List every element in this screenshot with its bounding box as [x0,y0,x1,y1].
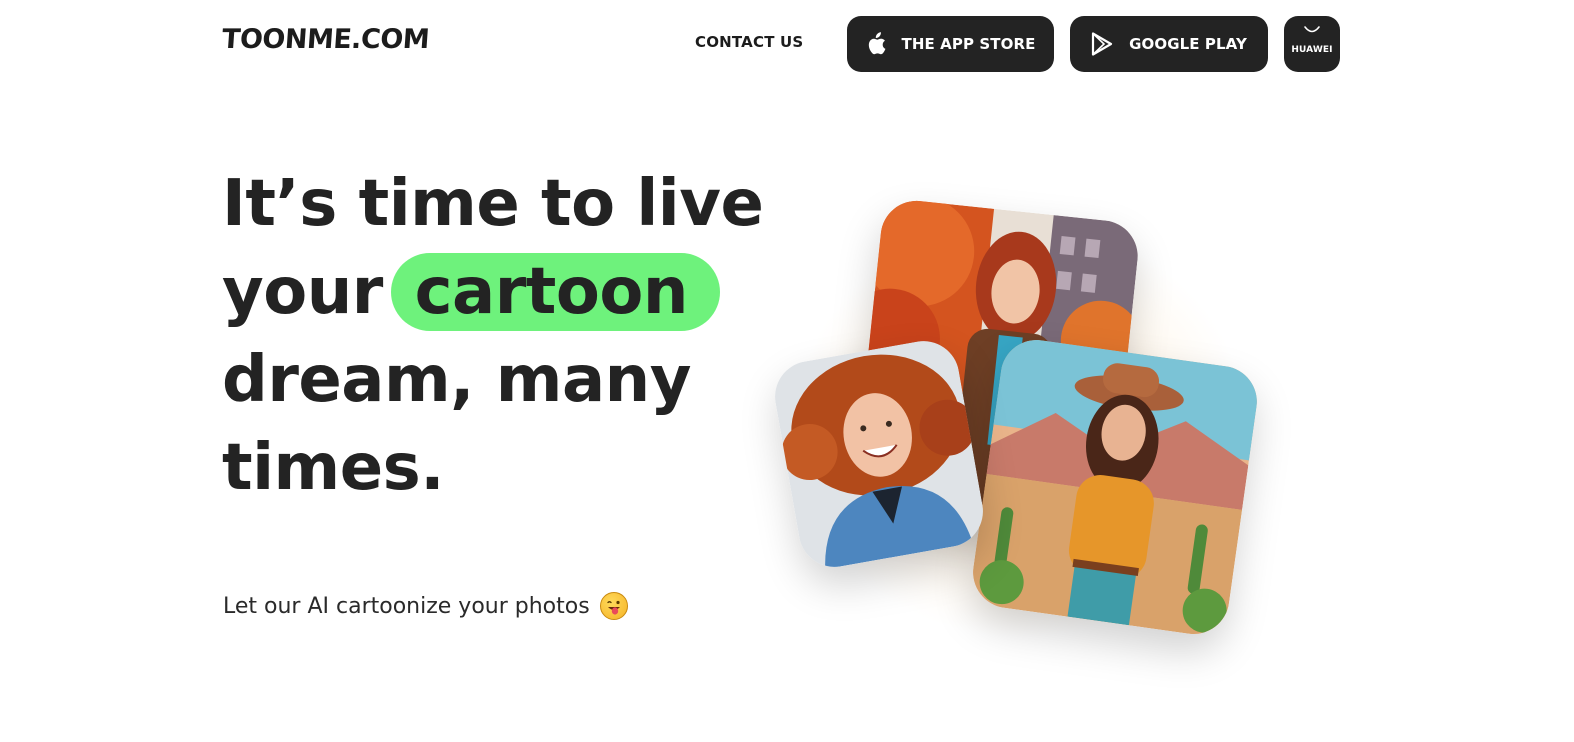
toonme-landing-page: TOONME.COM CONTACT US THE APP STORE GOOG… [0,0,1574,742]
headline-line-1: It’s time to live [222,167,764,241]
google-play-icon [1091,32,1113,56]
headline-line-3: dream, many [222,343,691,417]
headline-line-4: times. [222,431,445,505]
contact-us-link[interactable]: CONTACT US [695,33,803,51]
site-logo[interactable]: TOONME.COM [221,24,430,55]
google-play-button[interactable]: GOOGLE PLAY [1070,16,1268,72]
cartoon-woman-desert-image [968,335,1262,639]
huawei-label: HUAWEI [1291,45,1333,55]
tongue-out-wink-emoji-icon [599,592,628,620]
app-store-button[interactable]: THE APP STORE [847,16,1054,72]
app-store-label: THE APP STORE [901,35,1036,53]
headline-line-2: your cartoon [222,248,782,336]
huawei-appgallery-button[interactable]: HUAWEI [1284,16,1340,72]
headline-line-2-prefix: your [222,255,383,329]
hero-headline: It’s time to live your cartoon dream, ma… [222,160,782,512]
apple-icon [866,32,886,56]
photo-curly-redhead-woman-image [769,335,989,573]
hero-subtitle-text: Let our AI cartoonize your photos [223,593,590,619]
huawei-bag-icon [1302,24,1322,39]
hero-subtitle: Let our AI cartoonize your photos [223,592,628,620]
headline-highlight: cartoon [390,253,720,331]
google-play-label: GOOGLE PLAY [1129,35,1247,53]
